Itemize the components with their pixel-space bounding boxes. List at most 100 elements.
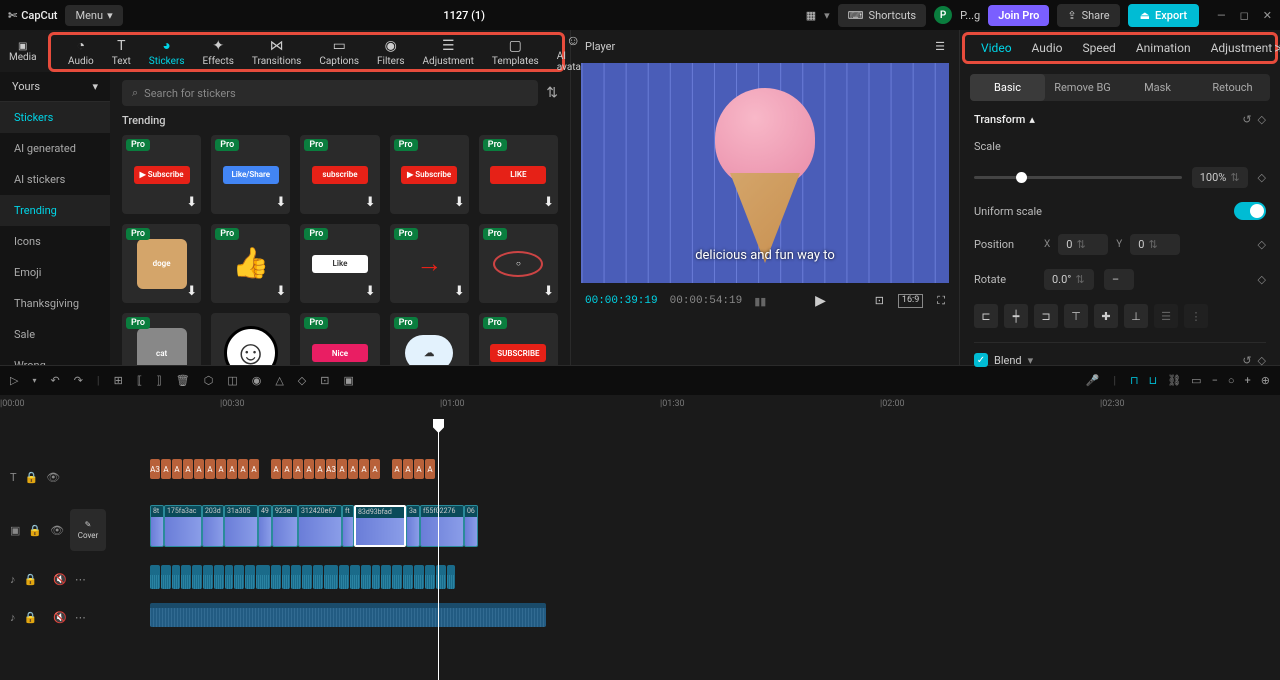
rotate-dash[interactable]: –	[1104, 269, 1134, 290]
keyframe-icon[interactable]: ◇	[1258, 171, 1266, 184]
timeline[interactable]: |00:00|00:30|01:00|01:30|02:00|02:30 T🔒👁…	[0, 395, 1280, 680]
prop-tab-speed[interactable]: Speed	[1072, 35, 1125, 61]
prop-tab-audio[interactable]: Audio	[1022, 35, 1073, 61]
category-ai-generated[interactable]: AI generated	[0, 133, 110, 164]
delete-tool[interactable]: 🗑	[176, 374, 190, 387]
cover-button[interactable]: ✎Cover	[70, 509, 106, 551]
close-icon[interactable]: ✕	[1263, 9, 1272, 22]
tab-stickers[interactable]: ◕Stickers	[140, 37, 194, 67]
lock-icon[interactable]: 🔒	[25, 471, 39, 484]
subtab-retouch[interactable]: Retouch	[1195, 74, 1270, 101]
more-icon[interactable]: ⋯	[75, 573, 86, 586]
tab-transitions[interactable]: ⋈Transitions	[243, 38, 310, 67]
share-button[interactable]: ⇪ Share	[1057, 4, 1119, 27]
audio-track-2[interactable]: ♪🔒🔇⋯	[110, 603, 1280, 631]
redo-button[interactable]: ↷	[74, 374, 83, 387]
time-ruler[interactable]: |00:00|00:30|01:00|01:30|02:00|02:30	[0, 395, 1280, 419]
shortcuts-button[interactable]: ⌨ Shortcuts	[838, 4, 926, 27]
player-viewport[interactable]: delicious and fun way to	[581, 63, 949, 283]
category-trending[interactable]: Trending	[0, 195, 110, 226]
sticker-thumb[interactable]: Prosubscribe⬇	[300, 135, 379, 214]
align-bottom[interactable]: ⊥	[1124, 304, 1148, 328]
sticker-thumb[interactable]: ProLike/Share⬇	[211, 135, 290, 214]
align-top[interactable]: ⊤	[1064, 304, 1088, 328]
flip-v-icon[interactable]: ◇	[298, 374, 306, 387]
blend-checkbox[interactable]: ✓	[974, 353, 988, 367]
lock-icon[interactable]: 🔒	[28, 524, 42, 537]
zoom-slider[interactable]: ○	[1228, 374, 1235, 387]
mute-icon[interactable]: 🔇	[53, 573, 67, 586]
magnet-icon[interactable]: ⊓	[1130, 374, 1139, 387]
menu-button[interactable]: Menu ▾	[65, 5, 122, 26]
bars-icon[interactable]: ▮▮	[754, 295, 766, 308]
sticker-thumb[interactable]: ProLIKE⬇	[479, 135, 558, 214]
position-y-input[interactable]: 0⇅	[1130, 234, 1180, 255]
sticker-thumb[interactable]: Pro○⬇	[479, 224, 558, 303]
maximize-icon[interactable]: ◻	[1240, 9, 1249, 22]
prop-tab-adjustment[interactable]: Adjustment≫	[1201, 35, 1280, 61]
category-stickers[interactable]: Stickers	[0, 102, 110, 133]
category-emoji[interactable]: Emoji	[0, 257, 110, 288]
sticker-thumb[interactable]: ☺⬇	[211, 313, 290, 365]
keyframe-icon[interactable]: ◇	[1258, 238, 1266, 251]
sticker-thumb[interactable]: ProLike⬇	[300, 224, 379, 303]
trim-right-tool[interactable]: ⟧	[156, 374, 161, 387]
sticker-thumb[interactable]: Pro👍⬇	[211, 224, 290, 303]
distribute-h[interactable]: ☰	[1154, 304, 1178, 328]
focus-icon[interactable]: ⊡	[875, 294, 884, 308]
keyframe-icon[interactable]: ◇	[1258, 354, 1266, 367]
sticker-thumb[interactable]: ProSUBSCRIBE⬇	[479, 313, 558, 365]
more-icon[interactable]: ⋯	[75, 611, 86, 624]
eye-icon[interactable]: 👁	[46, 471, 60, 484]
mic-icon[interactable]: 🎤	[1086, 374, 1100, 387]
distribute-v[interactable]: ⋮	[1184, 304, 1208, 328]
zoom-out-icon[interactable]: −	[1212, 374, 1218, 387]
align-center-h[interactable]: ┿	[1004, 304, 1028, 328]
eye-icon[interactable]: 👁	[50, 524, 64, 537]
flip-h-icon[interactable]: △	[275, 374, 283, 387]
tab-templates[interactable]: ▢Templates	[483, 38, 548, 67]
yours-dropdown[interactable]: Yours▾	[0, 72, 110, 102]
tab-audio[interactable]: ◔Audio	[59, 37, 103, 67]
tab-captions[interactable]: ▭Captions	[310, 38, 368, 67]
lock-icon[interactable]: 🔒	[24, 573, 38, 586]
subtab-basic[interactable]: Basic	[970, 74, 1045, 101]
rotate-input[interactable]: 0.0°⇅	[1044, 269, 1094, 290]
prop-tab-video[interactable]: Video	[971, 35, 1022, 61]
prop-tab-animation[interactable]: Animation	[1126, 35, 1201, 61]
select-tool[interactable]: ▷	[10, 374, 18, 387]
search-input[interactable]: ⌕ Search for stickers	[122, 80, 538, 106]
transform-header[interactable]: Transform▴	[974, 113, 1035, 126]
reset-icon[interactable]: ↺	[1242, 354, 1251, 367]
undo-button[interactable]: ↶	[50, 374, 59, 387]
chain-icon[interactable]: ⛓	[1167, 374, 1181, 387]
keyframe-icon[interactable]: ◇	[1258, 113, 1266, 126]
lock-icon[interactable]: 🔒	[24, 611, 38, 624]
sticker-thumb[interactable]: Pro▶ Subscribe⬇	[390, 135, 469, 214]
sticker-thumb[interactable]: ProNice⬇	[300, 313, 379, 365]
align-left[interactable]: ⊏	[974, 304, 998, 328]
reset-icon[interactable]: ↺	[1242, 113, 1251, 126]
tab-adjustment[interactable]: ☰Adjustment	[414, 38, 483, 67]
category-sale[interactable]: Sale	[0, 319, 110, 350]
tab-media[interactable]: ▣Media	[9, 41, 37, 63]
chevron-down-icon[interactable]: ▾	[1028, 354, 1034, 367]
mute-icon[interactable]: 🔇	[53, 611, 67, 624]
sticker-thumb[interactable]: Pro→⬇	[390, 224, 469, 303]
crop-icon[interactable]: ⊡	[320, 374, 329, 387]
align-center-v[interactable]: ✚	[1094, 304, 1118, 328]
ratio-icon[interactable]: 16:9	[898, 294, 923, 308]
text-track[interactable]: T🔒👁 A3AAAAAAAAAAAAAAA3AAAAAAAA	[110, 459, 1280, 495]
category-icons[interactable]: Icons	[0, 226, 110, 257]
uniform-scale-toggle[interactable]	[1234, 202, 1266, 220]
export-button[interactable]: ⏏ Export	[1128, 4, 1199, 27]
category-wrong[interactable]: Wrong	[0, 350, 110, 365]
keyframe-icon[interactable]: ◇	[1258, 273, 1266, 286]
scale-slider[interactable]	[974, 176, 1182, 179]
select-dropdown[interactable]: ▾	[32, 376, 36, 385]
fullscreen-icon[interactable]: ⛶	[937, 294, 945, 308]
player-menu-icon[interactable]: ☰	[935, 40, 945, 53]
sticker-thumb[interactable]: Prodoge⬇	[122, 224, 201, 303]
scale-value[interactable]: 100%⇅	[1192, 167, 1248, 188]
tab-text[interactable]: TText	[103, 38, 140, 67]
